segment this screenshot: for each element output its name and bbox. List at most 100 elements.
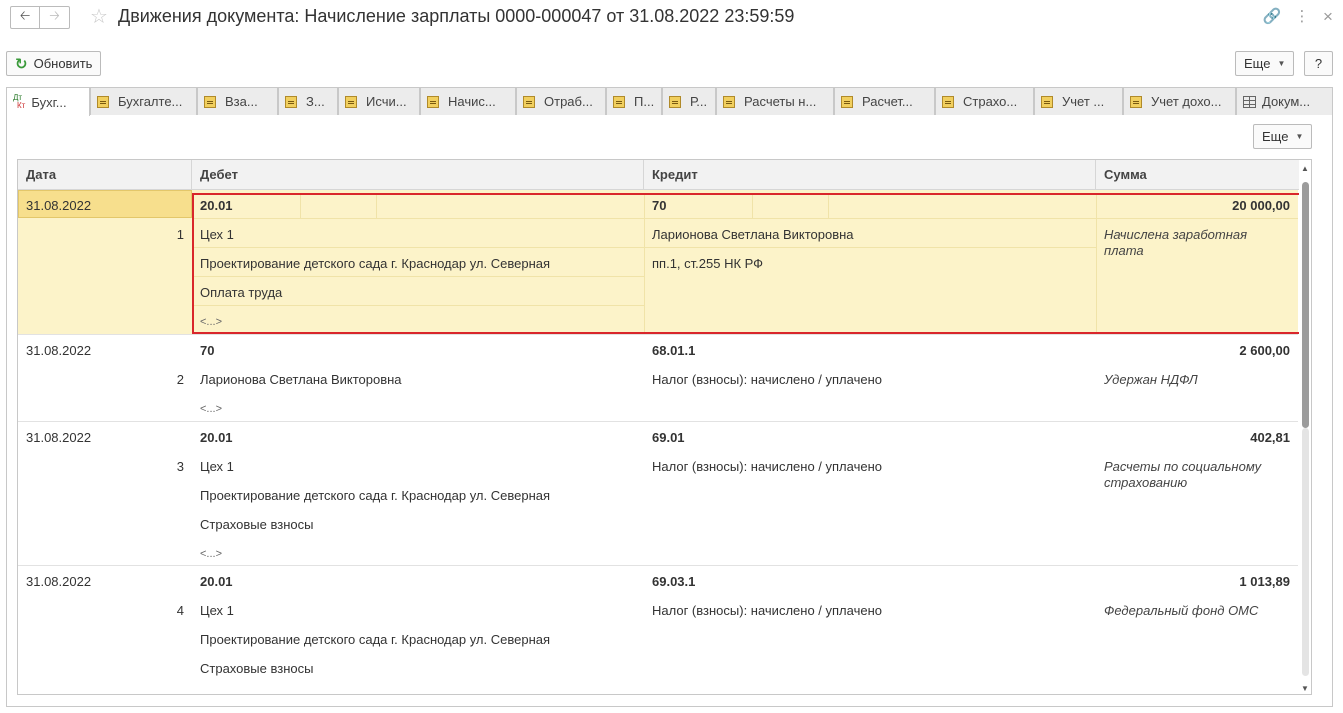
debit-subconto-1: Цех 1 bbox=[200, 227, 234, 242]
credit-subconto-1: Ларионова Светлана Викторовна bbox=[652, 227, 854, 242]
tab-label: Учет ... bbox=[1062, 94, 1105, 109]
debit-account: 20.01 bbox=[200, 198, 233, 213]
dt-kt-icon: Дт Кт bbox=[13, 93, 26, 110]
column-header-credit[interactable]: Кредит bbox=[644, 160, 1096, 190]
debit-more[interactable]: <...> bbox=[200, 690, 222, 694]
help-button[interactable]: ? bbox=[1304, 51, 1333, 76]
caret-down-icon: ▼ bbox=[1295, 132, 1304, 141]
link-icon[interactable]: 🔗 bbox=[1262, 7, 1282, 27]
entry-content: Расчеты по социальному страхованию bbox=[1104, 459, 1262, 490]
vertical-scrollbar[interactable]: ▲ ▼ bbox=[1299, 160, 1311, 694]
credit-subconto-1: Налог (взносы): начислено / уплачено bbox=[652, 372, 882, 387]
tab-label: Начис... bbox=[448, 94, 496, 109]
tab-14[interactable]: Докум... bbox=[1236, 87, 1333, 115]
tab-13[interactable]: Учет дохо... bbox=[1123, 87, 1236, 115]
close-icon[interactable]: × bbox=[1318, 7, 1338, 27]
debit-more[interactable]: <...> bbox=[200, 546, 222, 562]
tab-9[interactable]: Расчеты н... bbox=[716, 87, 834, 115]
tab-4[interactable]: Исчи... bbox=[338, 87, 420, 115]
date: 31.08.2022 bbox=[26, 574, 92, 589]
row-number: 4 bbox=[176, 603, 184, 618]
tab-8[interactable]: Р... bbox=[662, 87, 716, 115]
date: 31.08.2022 bbox=[26, 343, 92, 358]
debit-subconto-3: Страховые взносы bbox=[200, 517, 314, 532]
credit-subconto-1: Налог (взносы): начислено / уплачено bbox=[652, 603, 882, 618]
register-icon bbox=[285, 95, 297, 108]
credit-account: 69.01 bbox=[652, 430, 685, 445]
column-header-date[interactable]: Дата bbox=[18, 160, 192, 190]
column-header-amount[interactable]: Сумма bbox=[1096, 160, 1299, 190]
tab-6[interactable]: Отраб... bbox=[516, 87, 606, 115]
scroll-track[interactable] bbox=[1302, 428, 1309, 676]
tab-label: Бухгалте... bbox=[118, 94, 183, 109]
refresh-button[interactable]: ↻ Обновить bbox=[6, 51, 102, 76]
credit-account: 69.03.1 bbox=[652, 574, 696, 589]
date: 31.08.2022 bbox=[26, 430, 92, 445]
credit-subconto-2: пп.1, ст.255 НК РФ bbox=[652, 256, 764, 271]
table-header: Дата Дебет Кредит Сумма bbox=[18, 160, 1311, 190]
tab-label: Бухг... bbox=[31, 94, 67, 110]
entry-content: Федеральный фонд ОМС bbox=[1104, 603, 1259, 618]
back-button[interactable]: 🡠 bbox=[10, 6, 40, 29]
amount: 20 000,00 bbox=[1232, 198, 1290, 213]
tab-5[interactable]: Начис... bbox=[420, 87, 516, 115]
tab-3[interactable]: З... bbox=[278, 87, 338, 115]
register-icon bbox=[669, 95, 681, 108]
debit-account: 20.01 bbox=[200, 574, 233, 589]
register-icon bbox=[97, 95, 109, 108]
tab-label: Расчет... bbox=[862, 94, 913, 109]
amount: 1 013,89 bbox=[1239, 574, 1290, 589]
table-row[interactable]: 31.08.2022 4 20.01 Цех 1 Проектирование … bbox=[18, 566, 1298, 694]
credit-account: 70 bbox=[652, 198, 667, 213]
entries-table: Дата Дебет Кредит Сумма 31.08.2022 1 20.… bbox=[17, 159, 1312, 695]
tab-label: Отраб... bbox=[544, 94, 593, 109]
credit-account: 68.01.1 bbox=[652, 343, 696, 358]
tab-label: Страхо... bbox=[963, 94, 1018, 109]
tab-label: Р... bbox=[690, 94, 708, 109]
tab-10[interactable]: Расчет... bbox=[834, 87, 935, 115]
more-button[interactable]: Еще ▼ bbox=[1235, 51, 1295, 76]
title-bar: 🡠 🡢 ☆ Движения документа: Начисление зар… bbox=[0, 0, 1343, 36]
tab-11[interactable]: Страхо... bbox=[935, 87, 1034, 115]
register-icon bbox=[1041, 95, 1053, 108]
amount: 2 600,00 bbox=[1239, 343, 1290, 358]
panel-more-button[interactable]: Еще ▼ bbox=[1253, 124, 1313, 149]
tab-7[interactable]: П... bbox=[606, 87, 662, 115]
tab-12[interactable]: Учет ... bbox=[1034, 87, 1123, 115]
register-icon bbox=[942, 95, 954, 108]
debit-more[interactable]: <...> bbox=[200, 314, 222, 330]
forward-button[interactable]: 🡢 bbox=[40, 6, 70, 29]
table-row[interactable]: 31.08.2022 2 70 Ларионова Светлана Викто… bbox=[18, 335, 1298, 422]
debit-subconto-1: Цех 1 bbox=[200, 603, 234, 618]
register-icon bbox=[523, 95, 535, 108]
tab-1[interactable]: Бухгалте... bbox=[90, 87, 197, 115]
refresh-label: Обновить bbox=[33, 56, 93, 71]
tab-0[interactable]: Дт Кт Бухг... bbox=[6, 87, 90, 116]
column-header-debit[interactable]: Дебет bbox=[192, 160, 644, 190]
tab-label: Учет дохо... bbox=[1151, 94, 1222, 109]
date: 31.08.2022 bbox=[26, 198, 92, 213]
more-label: Еще bbox=[1244, 56, 1271, 71]
tab-2[interactable]: Вза... bbox=[197, 87, 278, 115]
table-icon bbox=[1243, 95, 1256, 108]
more-vertical-icon[interactable]: ⋮ bbox=[1292, 7, 1312, 27]
refresh-icon: ↻ bbox=[15, 55, 28, 73]
favorite-star-icon[interactable]: ☆ bbox=[90, 5, 108, 29]
help-label: ? bbox=[1314, 56, 1323, 71]
debit-account: 20.01 bbox=[200, 430, 233, 445]
register-icon bbox=[204, 95, 216, 108]
register-icon bbox=[613, 95, 625, 108]
scroll-up-icon[interactable]: ▲ bbox=[1301, 164, 1309, 173]
tab-label: Вза... bbox=[225, 94, 258, 109]
register-icon bbox=[427, 95, 439, 108]
scroll-thumb[interactable] bbox=[1302, 182, 1309, 428]
table-row[interactable]: 31.08.2022 1 20.01 Цех 1 Проектирование … bbox=[18, 190, 1298, 335]
row-number: 2 bbox=[176, 372, 184, 387]
debit-subconto-2: Проектирование детского сада г. Краснода… bbox=[200, 488, 551, 503]
tab-label: Докум... bbox=[1262, 94, 1311, 109]
scroll-down-icon[interactable]: ▼ bbox=[1301, 684, 1309, 693]
debit-more[interactable]: <...> bbox=[200, 401, 222, 417]
credit-subconto-1: Налог (взносы): начислено / уплачено bbox=[652, 459, 882, 474]
table-row[interactable]: 31.08.2022 3 20.01 Цех 1 Проектирование … bbox=[18, 422, 1298, 566]
debit-subconto-2: Проектирование детского сада г. Краснода… bbox=[200, 256, 551, 271]
